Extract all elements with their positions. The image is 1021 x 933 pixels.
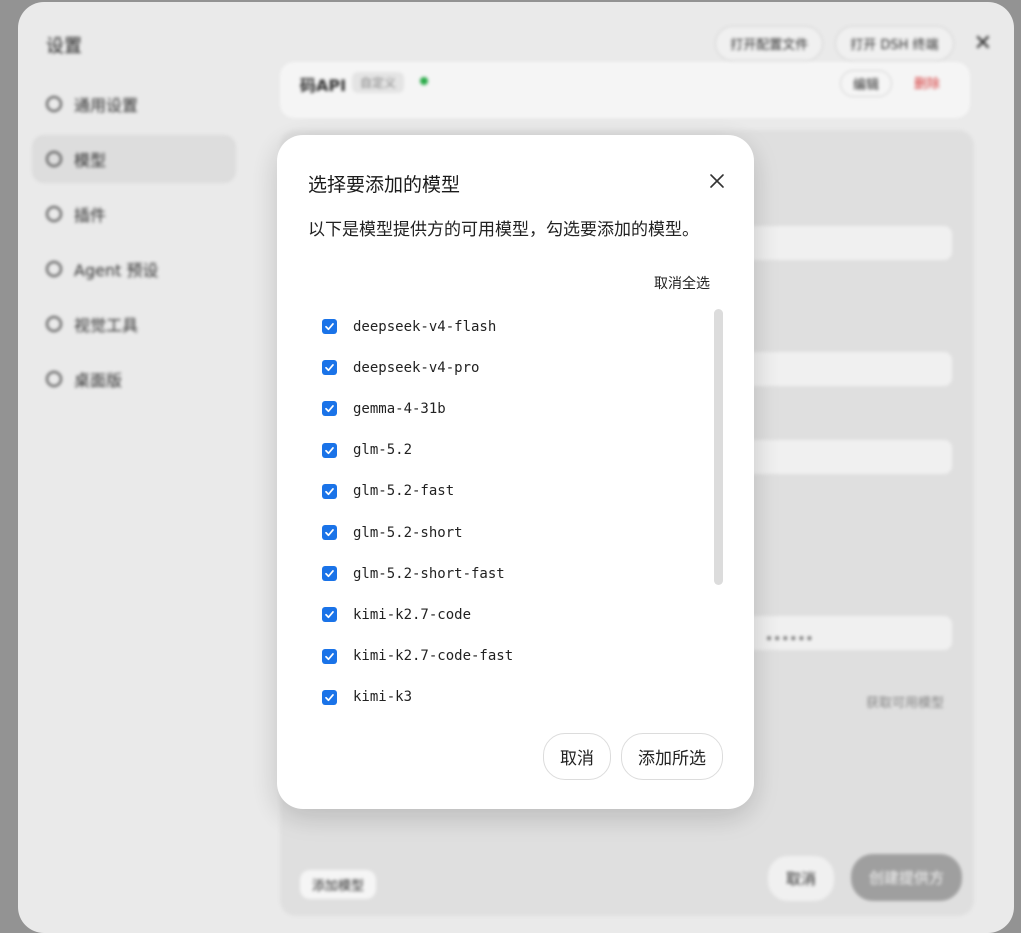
model-row[interactable]: kimi-k2.7-code [322,594,702,635]
model-row[interactable]: deepseek-v4-flash [322,306,702,347]
dialog-close-button[interactable] [705,169,729,193]
model-row[interactable]: glm-5.2-fast [322,471,702,512]
checkmark-icon [325,693,334,701]
model-row[interactable]: glm-5.2 [322,430,702,471]
model-name: deepseek-v4-pro [353,359,480,376]
model-name: glm-5.2-short-fast [353,565,505,582]
model-name: gemma-4-31b [353,400,446,417]
model-row[interactable]: glm-5.2-short [322,512,702,553]
model-row[interactable]: kimi-k2.7-code-fast [322,636,702,677]
checkmark-icon [325,570,334,578]
model-checkbox[interactable] [322,319,337,335]
checkmark-icon [325,529,334,537]
model-name: glm-5.2-short [353,524,463,541]
model-row[interactable]: gemma-4-31b [322,388,702,429]
model-name: kimi-k3 [353,689,413,706]
model-checkbox[interactable] [322,525,337,541]
dialog-description: 以下是模型提供方的可用模型，勾选要添加的模型。 [308,220,699,240]
model-name: glm-5.2-fast [353,483,455,500]
checkmark-icon [325,446,334,454]
model-checkbox[interactable] [322,442,337,458]
model-checkbox[interactable] [322,648,337,664]
model-name: kimi-k2.7-code-fast [353,648,514,665]
checkmark-icon [325,323,334,331]
model-row[interactable]: deepseek-v4-pro [322,347,702,388]
model-name: glm-5.2 [353,442,413,459]
add-selected-button[interactable]: 添加所选 [621,733,723,780]
dialog-cancel-button[interactable]: 取消 [543,733,611,780]
checkmark-icon [325,364,334,372]
model-checkbox[interactable] [322,689,337,705]
model-checkbox[interactable] [322,401,337,417]
deselect-all-button[interactable]: 取消全选 [654,273,710,293]
model-checkbox[interactable] [322,360,337,376]
dialog-actions: 取消 添加所选 [543,733,723,780]
close-icon [710,174,724,188]
model-row[interactable]: kimi-k3 [322,677,702,718]
model-checkbox[interactable] [322,607,337,623]
model-name: deepseek-v4-flash [353,318,497,335]
model-checkbox[interactable] [322,566,337,582]
model-list: deepseek-v4-flash deepseek-v4-pro gemma-… [322,306,702,718]
checkmark-icon [325,487,334,495]
model-list-scrollbar[interactable] [714,309,723,585]
model-row[interactable]: glm-5.2-short-fast [322,553,702,594]
model-name: kimi-k2.7-code [353,606,472,623]
checkmark-icon [325,652,334,660]
dialog-title: 选择要添加的模型 [308,174,461,196]
checkmark-icon [325,611,334,619]
checkmark-icon [325,405,334,413]
model-checkbox[interactable] [322,483,337,499]
select-models-dialog: 选择要添加的模型 以下是模型提供方的可用模型，勾选要添加的模型。 取消全选 de… [277,135,754,809]
